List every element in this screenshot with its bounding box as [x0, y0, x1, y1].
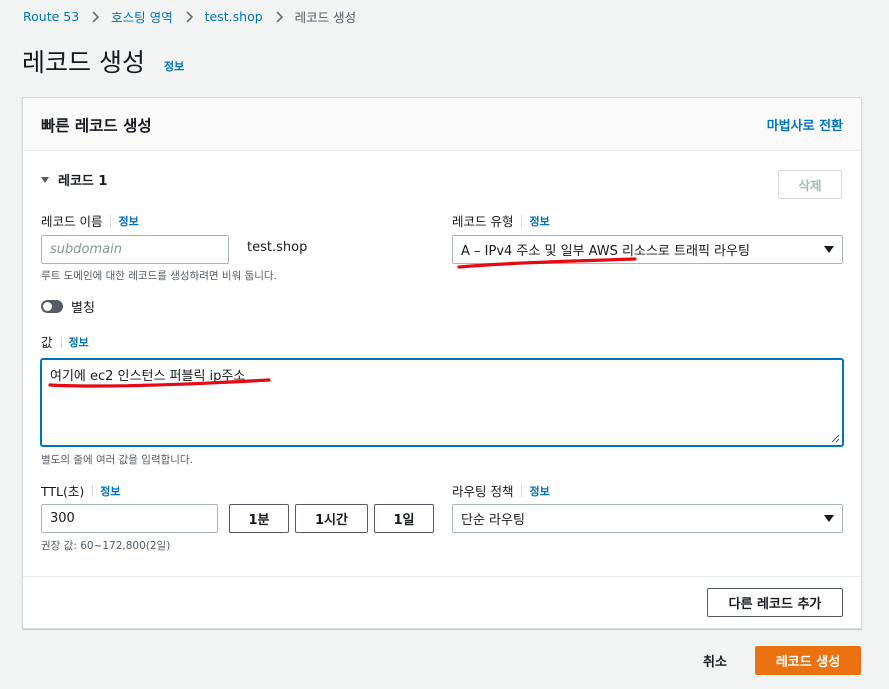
record-name-hint: 루트 도메인에 대한 레코드를 생성하려면 비워 둡니다.	[41, 270, 277, 282]
routing-info-link[interactable]: 정보	[529, 483, 549, 499]
page-title: 레코드 생성	[22, 48, 145, 77]
record-type-label-text: 레코드 유형	[452, 214, 514, 229]
value-label: 값 정보	[41, 332, 89, 351]
ttl-label: TTL(초) 정보	[41, 481, 121, 500]
divider	[110, 214, 112, 227]
record-type-select[interactable]: A – IPv4 주소 및 일부 AWS 리소스로 트래픽 라우팅	[452, 235, 843, 264]
record-type-label: 레코드 유형 정보	[452, 211, 550, 230]
value-info-link[interactable]: 정보	[69, 334, 89, 350]
chevron-right-icon	[92, 10, 100, 23]
chevron-right-icon	[276, 10, 283, 23]
dropdown-arrow-icon	[824, 515, 834, 522]
card-title: 빠른 레코드 생성	[41, 117, 152, 135]
caret-down-icon	[41, 176, 49, 183]
routing-policy-value: 단순 라우팅	[461, 513, 525, 528]
breadcrumb-hosted-zones[interactable]: 호스팅 영역	[111, 7, 172, 26]
breadcrumb: Route 53 호스팅 영역 test.shop 레코드 생성	[23, 7, 356, 26]
value-label-text: 값	[41, 335, 53, 350]
breadcrumb-current: 레코드 생성	[294, 10, 357, 25]
ttl-1-minute-button[interactable]: 1분	[229, 504, 289, 533]
cancel-button[interactable]: 취소	[703, 651, 727, 670]
routing-policy-label-text: 라우팅 정책	[452, 484, 514, 499]
chevron-right-icon	[186, 10, 193, 23]
breadcrumb-test-shop[interactable]: test.shop	[205, 9, 263, 24]
card-header: 빠른 레코드 생성 마법사로 전환	[23, 98, 861, 151]
value-text: 여기에 ec2 인스턴스 퍼블릭 ip주소	[50, 369, 246, 384]
record-name-info-link[interactable]: 정보	[118, 213, 138, 229]
record-name-input[interactable]: subdomain	[41, 235, 229, 264]
record-name-label: 레코드 이름 정보	[41, 211, 139, 230]
resize-handle-icon[interactable]	[831, 434, 840, 443]
switch-to-wizard-link[interactable]: 마법사로 전환	[767, 115, 843, 134]
routing-policy-select[interactable]: 단순 라우팅	[452, 504, 843, 533]
routing-policy-label: 라우팅 정책 정보	[452, 481, 550, 500]
ttl-1-hour-button[interactable]: 1시간	[295, 504, 368, 533]
ttl-input[interactable]: 300	[41, 504, 218, 533]
alias-toggle[interactable]	[41, 300, 63, 313]
record-type-info-link[interactable]: 정보	[529, 213, 549, 229]
record-name-label-text: 레코드 이름	[41, 214, 103, 229]
alias-label: 별칭	[71, 301, 95, 316]
ttl-label-text: TTL(초)	[41, 484, 85, 499]
quick-create-card: 빠른 레코드 생성 마법사로 전환 레코드 1 삭제 레코드 이름 정보 sub…	[22, 97, 862, 629]
record-1-label: 레코드 1	[58, 174, 108, 189]
divider	[521, 214, 523, 227]
ttl-info-link[interactable]: 정보	[100, 483, 120, 499]
divider	[521, 484, 523, 497]
page-info-link[interactable]: 정보	[164, 58, 184, 74]
value-textarea[interactable]: 여기에 ec2 인스턴스 퍼블릭 ip주소	[41, 359, 843, 446]
alias-row: 별칭	[41, 297, 95, 316]
ttl-hint: 권장 값: 60~172,800(2일)	[41, 540, 171, 552]
breadcrumb-route53[interactable]: Route 53	[23, 9, 79, 24]
record-type-value: A – IPv4 주소 및 일부 AWS 리소스로 트래픽 라우팅	[461, 244, 750, 259]
value-hint: 별도의 줄에 여러 값을 입력합니다.	[41, 454, 193, 466]
add-another-record-button[interactable]: 다른 레코드 추가	[707, 588, 843, 617]
record-1-toggle[interactable]: 레코드 1	[41, 170, 107, 189]
dropdown-arrow-icon	[824, 246, 834, 253]
create-records-button[interactable]: 레코드 생성	[755, 646, 861, 675]
divider	[92, 484, 94, 497]
divider	[60, 335, 62, 348]
card-divider	[23, 576, 861, 577]
domain-suffix: test.shop	[247, 240, 308, 255]
ttl-1-day-button[interactable]: 1일	[374, 504, 434, 533]
delete-button[interactable]: 삭제	[778, 170, 842, 199]
